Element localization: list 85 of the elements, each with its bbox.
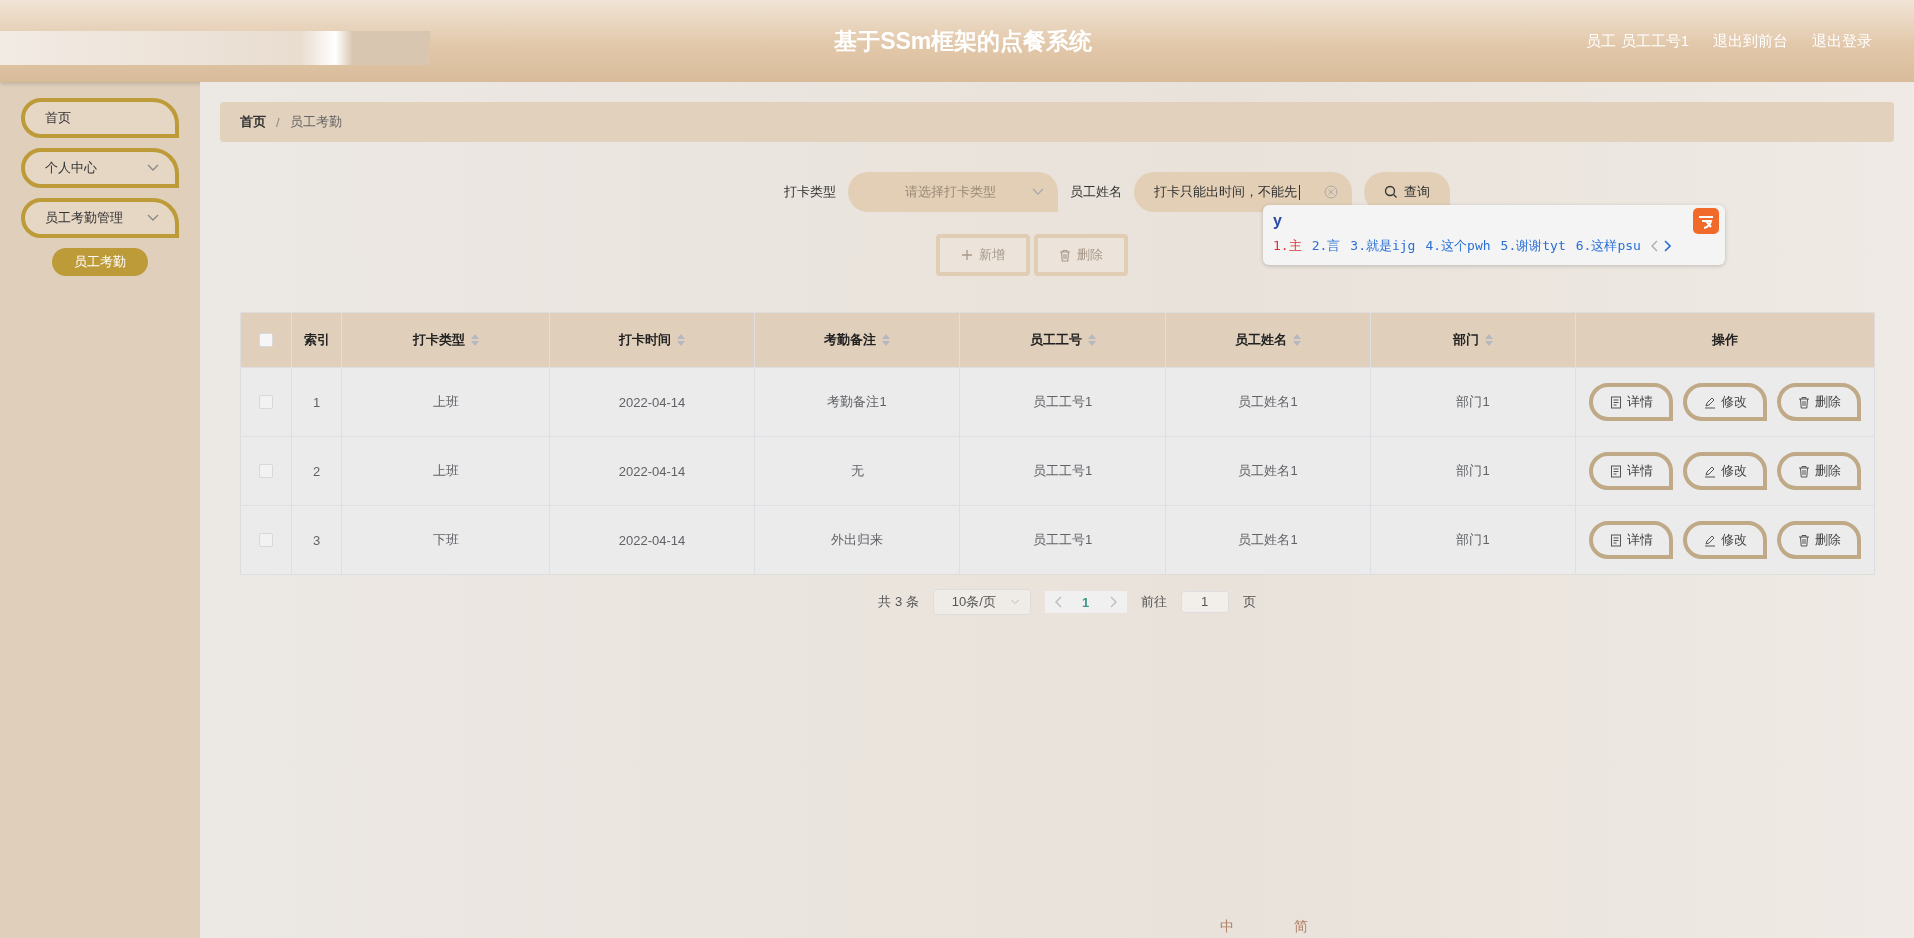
chevron-icon [1009, 599, 1020, 605]
trash-icon [1059, 248, 1071, 262]
menu-item[interactable]: 首页 [21, 98, 179, 138]
goto-label: 前往 [1140, 593, 1167, 611]
ime-logo-icon [1693, 208, 1719, 234]
ime-candidate[interactable]: 3.就是ijg [1350, 237, 1416, 255]
trash-icon [1797, 533, 1810, 547]
table-cell: 员工姓名1 [1165, 368, 1370, 436]
page-suffix: 页 [1242, 593, 1256, 611]
table-cell: 部门1 [1370, 506, 1575, 574]
column-header[interactable]: 考勤备注 [754, 313, 959, 367]
table-cell: 上班 [341, 368, 549, 436]
column-header[interactable]: 员工工号 [959, 313, 1165, 367]
app-title: 基于SSm框架的点餐系统 [833, 26, 1094, 56]
table-cell: 考勤备注1 [754, 368, 959, 436]
page-size-select[interactable]: 10条/页 [932, 589, 1031, 615]
table-cell: 外出归来 [754, 506, 959, 574]
name-input-field[interactable]: 打卡只能出时间，不能先 [1134, 172, 1352, 212]
search-icon [1384, 185, 1398, 199]
checkbox[interactable] [259, 533, 273, 547]
pencil-icon [1703, 395, 1716, 409]
edit-button[interactable]: 修改 [1683, 452, 1767, 490]
column-header[interactable]: 部门 [1370, 313, 1575, 367]
table-cell: 上班 [341, 437, 549, 505]
column-header[interactable]: 打卡类型 [341, 313, 549, 367]
column-header[interactable]: 索引 [291, 313, 341, 367]
ime-candidate[interactable]: 2.言 [1311, 237, 1341, 255]
detail-button[interactable]: 详情 [1589, 383, 1673, 421]
table-cell: 2022-04-14 [549, 368, 754, 436]
page-input-field[interactable]: 1 [1180, 591, 1229, 613]
total-count: 共 3 条 [878, 593, 919, 611]
delete-button[interactable]: 删除 [1777, 383, 1861, 421]
table-cell: 无 [754, 437, 959, 505]
checkbox[interactable] [259, 464, 273, 478]
delete-button[interactable]: 删除 [1777, 452, 1861, 490]
user-label: 员工 员工工号1 [1586, 31, 1689, 51]
breadcrumb-item[interactable]: 员工考勤 [289, 113, 342, 131]
table-cell: 部门1 [1370, 368, 1575, 436]
column-header[interactable]: 打卡时间 [549, 313, 754, 367]
table-cell: 1 [291, 368, 341, 436]
checkbox[interactable] [259, 395, 273, 409]
detail-button[interactable]: 详情 [1589, 452, 1673, 490]
menu-item[interactable]: 个人中心 [21, 148, 179, 188]
table-cell: 部门1 [1370, 437, 1575, 505]
previous-icon[interactable] [1054, 596, 1063, 608]
pencil-icon [1703, 464, 1716, 478]
breadcrumb-item[interactable]: 首页 [240, 113, 266, 131]
document-icon [1609, 464, 1622, 478]
delete-button[interactable]: 删除 [1777, 521, 1861, 559]
ime-candidate[interactable]: 5.谢谢tyt [1500, 237, 1566, 255]
next-icon[interactable] [1108, 596, 1117, 608]
clear-icon[interactable] [1324, 185, 1338, 199]
table-cell: 员工工号1 [959, 368, 1165, 436]
table-cell: 2022-04-14 [549, 506, 754, 574]
chevron-icon [147, 164, 159, 172]
edit-button[interactable]: 修改 [1683, 521, 1767, 559]
pencil-icon [1703, 533, 1716, 547]
ime-candidate[interactable]: 6.这样psu [1575, 237, 1641, 255]
plus-icon [961, 249, 973, 261]
trash-icon [1797, 395, 1810, 409]
table-cell: 2022-04-14 [549, 437, 754, 505]
table-cell: 2 [291, 437, 341, 505]
ime-candidate[interactable]: 4.这个pwh [1425, 237, 1491, 255]
column-header[interactable]: 操作 [1575, 313, 1874, 367]
field-label: 打卡类型 [784, 183, 836, 201]
chevron-icon [1032, 188, 1044, 196]
column-header[interactable]: 员工姓名 [1165, 313, 1370, 367]
table-cell: 员工姓名1 [1165, 437, 1370, 505]
ime-candidate[interactable]: 1.主 [1273, 237, 1302, 255]
detail-button[interactable]: 详情 [1589, 521, 1673, 559]
breadcrumb-separator: / [276, 114, 280, 130]
table-cell: 员工工号1 [959, 506, 1165, 574]
field-label: 员工姓名 [1070, 183, 1122, 201]
checkbox[interactable] [259, 333, 273, 347]
edit-button[interactable]: 修改 [1683, 383, 1767, 421]
chevron-icon [147, 214, 159, 222]
table-cell: 员工工号1 [959, 437, 1165, 505]
ime-input-text: y [1273, 212, 1282, 230]
table-cell: 员工姓名1 [1165, 506, 1370, 574]
table-cell: 3 [291, 506, 341, 574]
document-icon [1609, 395, 1622, 409]
document-icon [1609, 533, 1622, 547]
table-cell: 下班 [341, 506, 549, 574]
trash-icon [1797, 464, 1810, 478]
menu-item[interactable]: 员工考勤管理 [21, 198, 179, 238]
